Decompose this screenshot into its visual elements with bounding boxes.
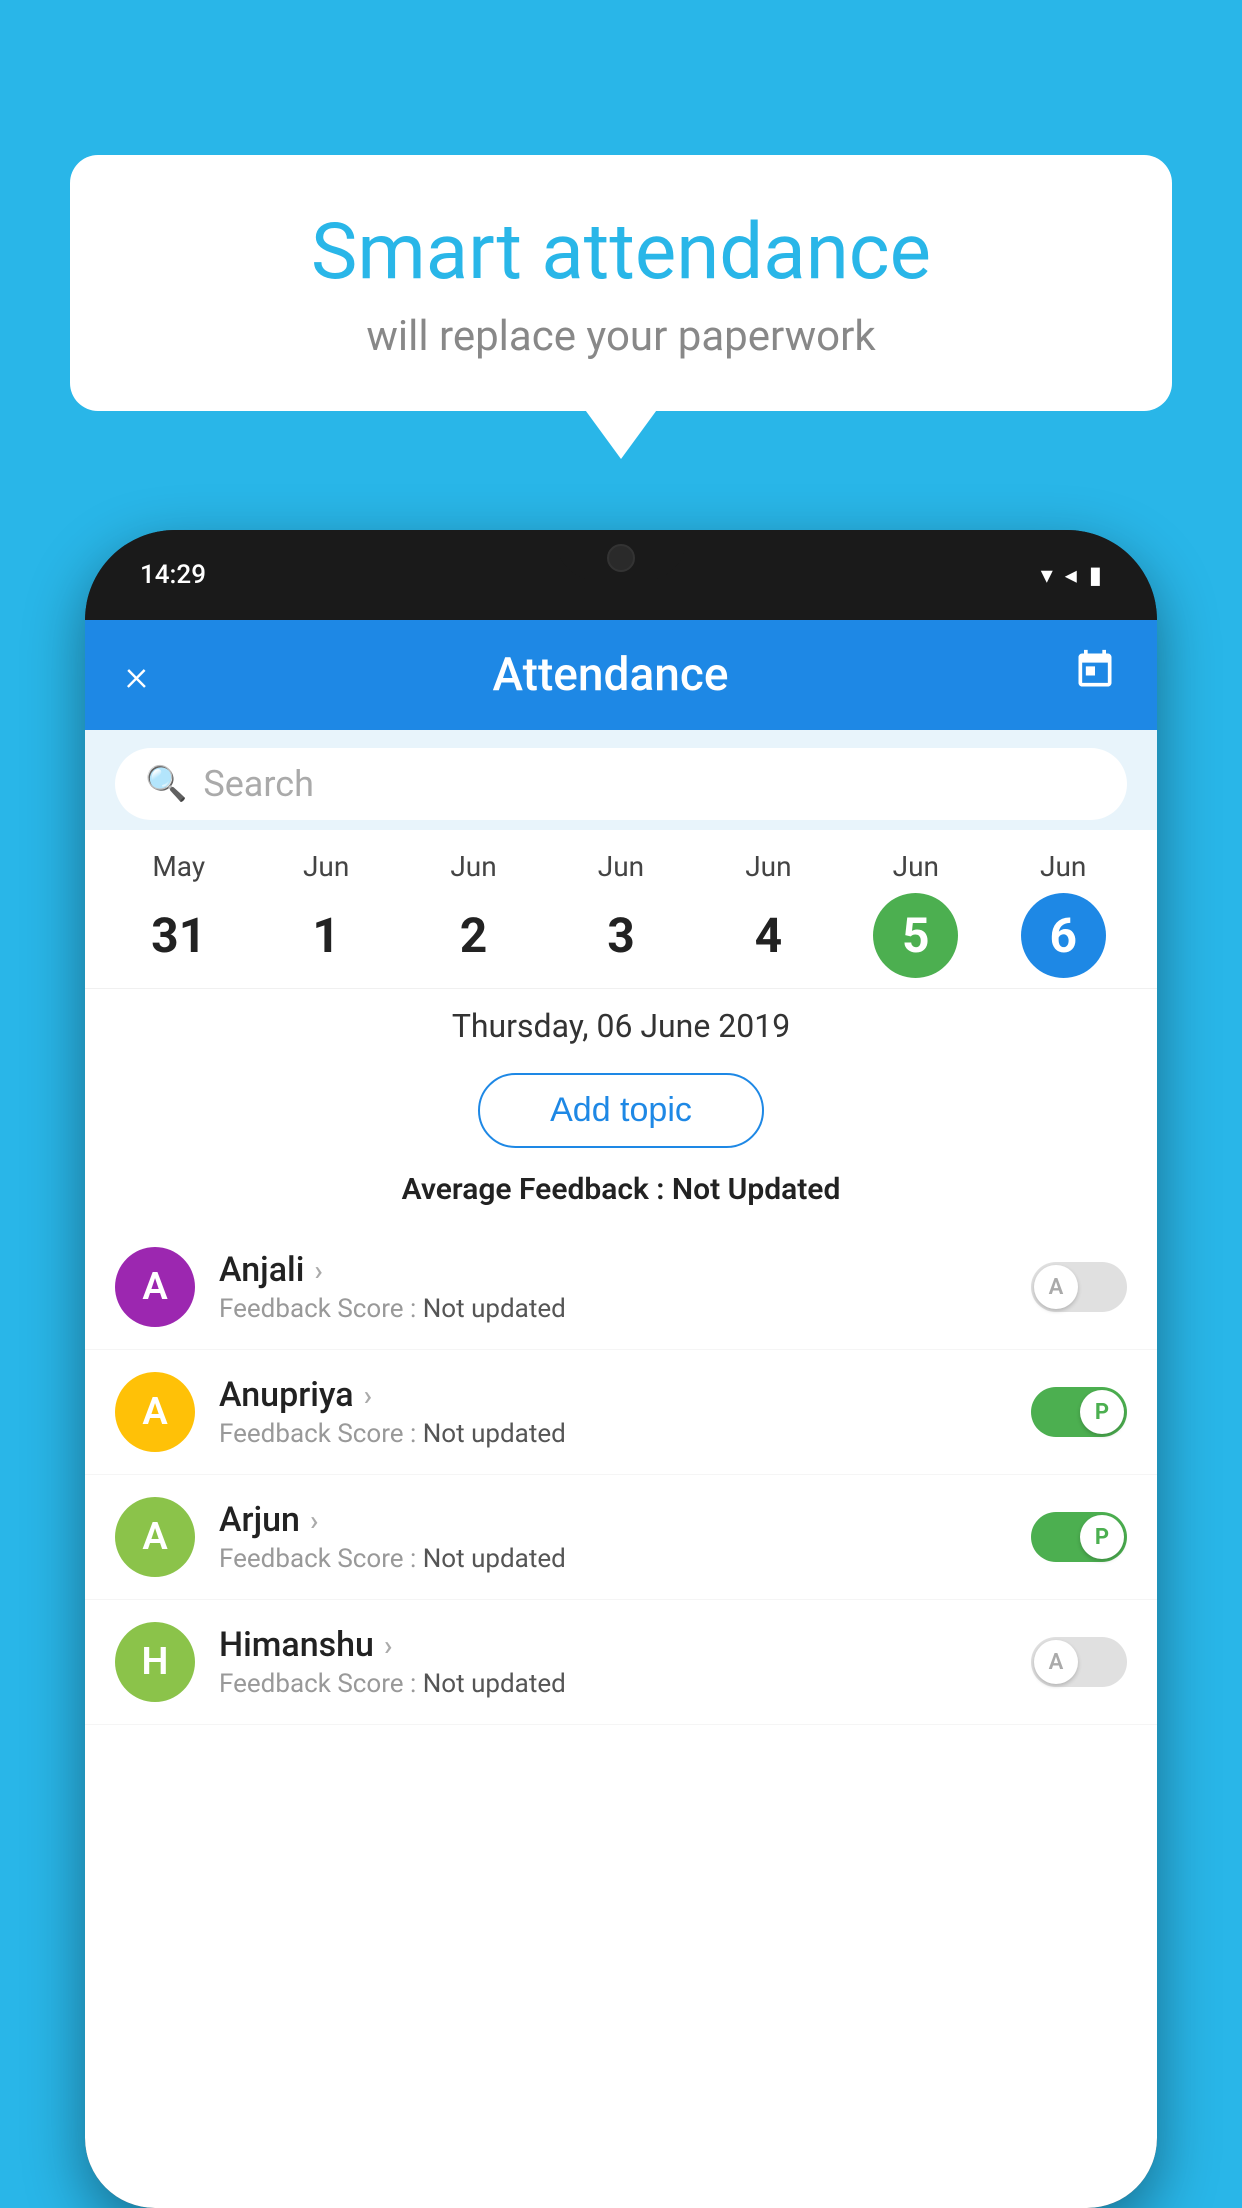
- speech-bubble-subtitle: will replace your paperwork: [130, 312, 1112, 361]
- background: Smart attendance will replace your paper…: [0, 0, 1242, 2208]
- calendar-date-item[interactable]: Jun 1: [266, 850, 386, 978]
- student-chevron: ›: [384, 1629, 392, 1662]
- avg-feedback-value: Not Updated: [672, 1172, 840, 1207]
- calendar-row: May 31 Jun 1 Jun 2 Jun 3 Jun 4 Jun 5 Jun 6: [85, 830, 1157, 988]
- attendance-toggle[interactable]: P: [1031, 1512, 1127, 1562]
- phone-screen: × Attendance 🔍 Search May31Jun1Jun2Jun3J…: [85, 620, 1157, 2208]
- status-icons: ▾ ◂ ▮: [1041, 561, 1102, 589]
- date-month: Jun: [893, 850, 939, 883]
- student-feedback: Feedback Score : Not updated: [219, 1294, 1007, 1324]
- student-name: Arjun ›: [219, 1500, 1007, 1540]
- calendar-date-item[interactable]: Jun 3: [561, 850, 681, 978]
- student-name: Anjali ›: [219, 1250, 1007, 1290]
- add-topic-container: Add topic: [85, 1059, 1157, 1166]
- calendar-date-item[interactable]: Jun 6: [1003, 850, 1123, 978]
- student-name: Anupriya ›: [219, 1375, 1007, 1415]
- date-month: May: [152, 850, 205, 883]
- date-day: 31: [136, 893, 221, 978]
- student-info: Arjun › Feedback Score : Not updated: [219, 1500, 1007, 1574]
- student-avatar: A: [115, 1497, 195, 1577]
- phone-notch: [556, 530, 686, 580]
- search-icon: 🔍: [145, 764, 187, 804]
- student-chevron: ›: [314, 1254, 322, 1287]
- student-feedback: Feedback Score : Not updated: [219, 1419, 1007, 1449]
- student-feedback: Feedback Score : Not updated: [219, 1669, 1007, 1699]
- date-month: Jun: [1040, 850, 1086, 883]
- add-topic-button[interactable]: Add topic: [478, 1073, 764, 1148]
- speech-bubble: Smart attendance will replace your paper…: [70, 155, 1172, 411]
- date-month: Jun: [598, 850, 644, 883]
- student-item[interactable]: HHimanshu ›Feedback Score : Not updated …: [85, 1600, 1157, 1725]
- attendance-toggle[interactable]: A: [1031, 1262, 1127, 1312]
- calendar-date-item[interactable]: Jun 5: [856, 850, 976, 978]
- toggle-knob: P: [1080, 1515, 1124, 1559]
- search-bar-container: 🔍 Search: [85, 730, 1157, 830]
- feedback-value: Not updated: [423, 1669, 566, 1699]
- feedback-value: Not updated: [423, 1294, 566, 1324]
- wifi-icon: ▾: [1041, 561, 1053, 589]
- toggle-on[interactable]: P: [1031, 1387, 1127, 1437]
- avg-feedback-label: Average Feedback :: [402, 1172, 665, 1207]
- toggle-on[interactable]: P: [1031, 1512, 1127, 1562]
- student-item[interactable]: A Anjali › Feedback Score : Not updated A: [85, 1225, 1157, 1350]
- student-list: A Anjali › Feedback Score : Not updated A …: [85, 1225, 1157, 1725]
- date-day: 4: [726, 893, 811, 978]
- date-day: 6: [1021, 893, 1106, 978]
- toggle-off[interactable]: A: [1031, 1262, 1127, 1312]
- student-chevron: ›: [310, 1504, 318, 1537]
- student-item[interactable]: A Arjun › Feedback Score : Not updated P: [85, 1475, 1157, 1600]
- speech-bubble-title: Smart attendance: [130, 210, 1112, 296]
- app-title: Attendance: [493, 648, 729, 702]
- status-time: 14:29: [140, 560, 206, 590]
- student-avatar: A: [115, 1372, 195, 1452]
- phone-mockup: 14:29 ▾ ◂ ▮ × Attendance: [85, 530, 1157, 2208]
- date-info-section: Thursday, 06 June 2019: [85, 988, 1157, 1059]
- toggle-knob: A: [1034, 1640, 1078, 1684]
- phone-camera: [607, 544, 635, 572]
- close-button[interactable]: ×: [125, 649, 148, 701]
- search-placeholder: Search: [203, 763, 314, 805]
- search-bar[interactable]: 🔍 Search: [115, 748, 1127, 820]
- student-avatar: H: [115, 1622, 195, 1702]
- feedback-value: Not updated: [423, 1544, 566, 1574]
- toggle-off[interactable]: A: [1031, 1637, 1127, 1687]
- date-day: 3: [578, 893, 663, 978]
- avg-feedback: Average Feedback : Not Updated: [85, 1166, 1157, 1225]
- date-day: 5: [873, 893, 958, 978]
- student-feedback: Feedback Score : Not updated: [219, 1544, 1007, 1574]
- speech-bubble-container: Smart attendance will replace your paper…: [70, 155, 1172, 411]
- attendance-toggle[interactable]: P: [1031, 1387, 1127, 1437]
- date-day: 1: [284, 893, 369, 978]
- student-chevron: ›: [364, 1379, 372, 1412]
- student-name: Himanshu ›: [219, 1625, 1007, 1665]
- feedback-value: Not updated: [423, 1419, 566, 1449]
- date-month: Jun: [303, 850, 349, 883]
- calendar-date-item[interactable]: May 31: [119, 850, 239, 978]
- toggle-knob: P: [1080, 1390, 1124, 1434]
- signal-icon: ◂: [1065, 561, 1077, 589]
- date-month: Jun: [745, 850, 791, 883]
- calendar-date-item[interactable]: Jun 2: [414, 850, 534, 978]
- attendance-toggle[interactable]: A: [1031, 1637, 1127, 1687]
- student-item[interactable]: AAnupriya ›Feedback Score : Not updated …: [85, 1350, 1157, 1475]
- student-info: Anupriya › Feedback Score : Not updated: [219, 1375, 1007, 1449]
- student-info: Himanshu › Feedback Score : Not updated: [219, 1625, 1007, 1699]
- toggle-knob: A: [1034, 1265, 1078, 1309]
- battery-icon: ▮: [1089, 561, 1102, 589]
- date-month: Jun: [450, 850, 496, 883]
- student-info: Anjali › Feedback Score : Not updated: [219, 1250, 1007, 1324]
- calendar-icon[interactable]: [1073, 648, 1117, 702]
- calendar-date-item[interactable]: Jun 4: [708, 850, 828, 978]
- selected-date: Thursday, 06 June 2019: [115, 1007, 1127, 1045]
- status-bar: 14:29 ▾ ◂ ▮: [85, 530, 1157, 620]
- date-day: 2: [431, 893, 516, 978]
- app-header: × Attendance: [85, 620, 1157, 730]
- student-avatar: A: [115, 1247, 195, 1327]
